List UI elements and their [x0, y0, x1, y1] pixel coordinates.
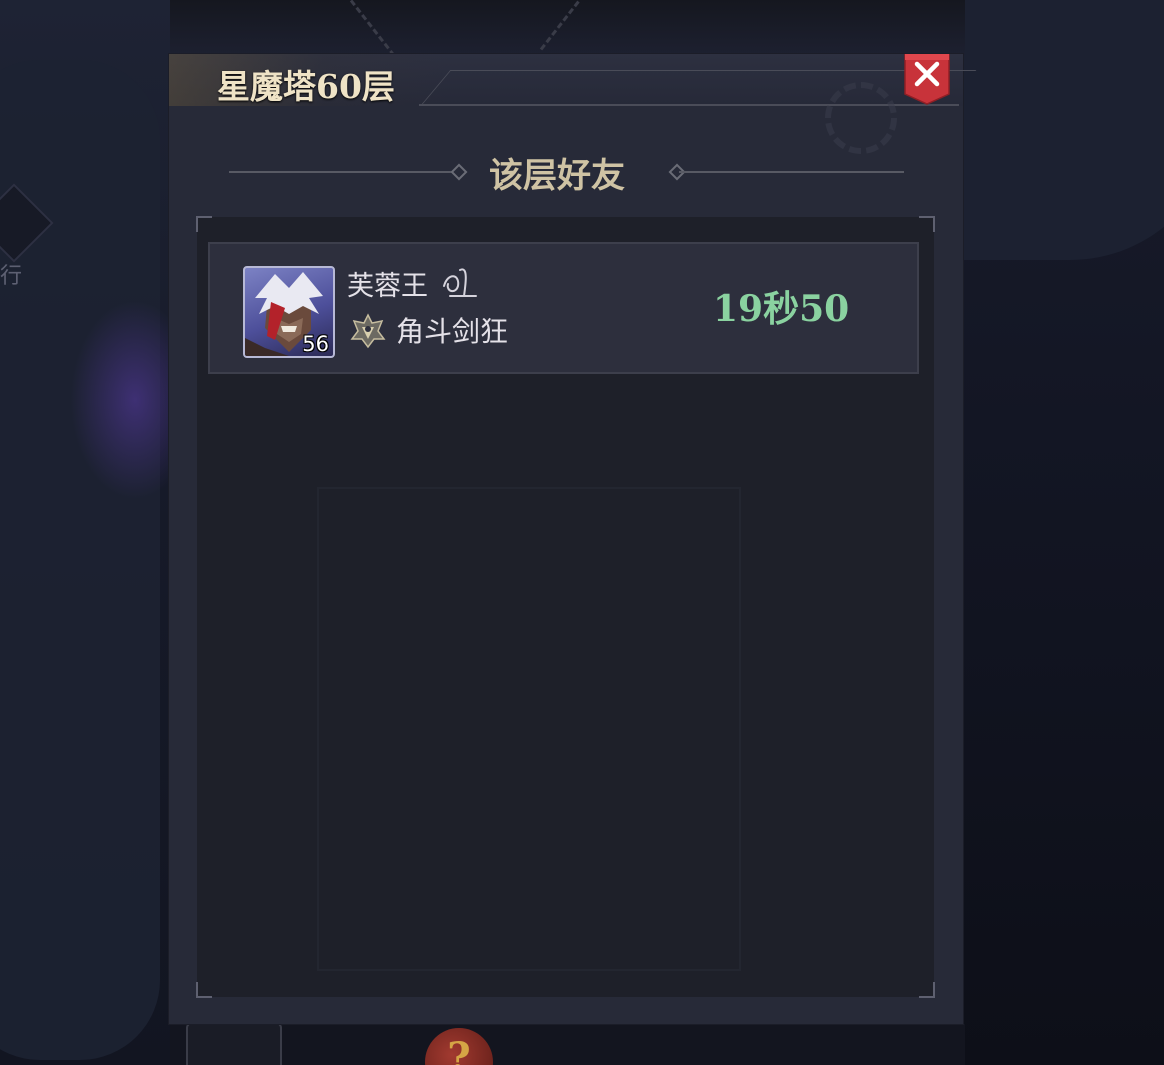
close-icon [904, 54, 950, 105]
header-decoration [421, 70, 977, 105]
name-title-icon [443, 268, 477, 297]
list-background-scene [317, 487, 741, 971]
clear-time: 19秒50 [713, 288, 850, 330]
background-side-label: 行 [0, 264, 23, 289]
frame-corner [919, 982, 935, 998]
diamond-ornament-icon [450, 163, 468, 181]
popup-title: 星魔塔60层 [217, 67, 395, 106]
level-badge: 56 [302, 332, 329, 356]
close-button[interactable] [904, 54, 950, 106]
avatar[interactable]: 56 [243, 266, 335, 358]
class-name: 角斗剑狂 [396, 315, 509, 348]
tower-floor-popup: 星魔塔60层 该层好友 56 芙蓉王 角斗剑狂 19秒50 [169, 54, 977, 1024]
section-header: 该层好友 [227, 144, 905, 200]
frame-corner [196, 216, 212, 232]
class-emblem-icon [350, 313, 386, 349]
friend-name: 芙蓉王 [347, 271, 428, 302]
background-bottom-strip [170, 1024, 965, 1065]
frame-corner [919, 216, 935, 232]
section-divider-right [679, 171, 904, 173]
friend-list-item[interactable]: 56 芙蓉王 角斗剑狂 19秒50 [208, 242, 919, 374]
frame-corner [196, 982, 212, 998]
section-divider-left [229, 171, 455, 173]
section-title: 该层好友 [489, 156, 625, 196]
background-bottom-frame [186, 1022, 282, 1065]
